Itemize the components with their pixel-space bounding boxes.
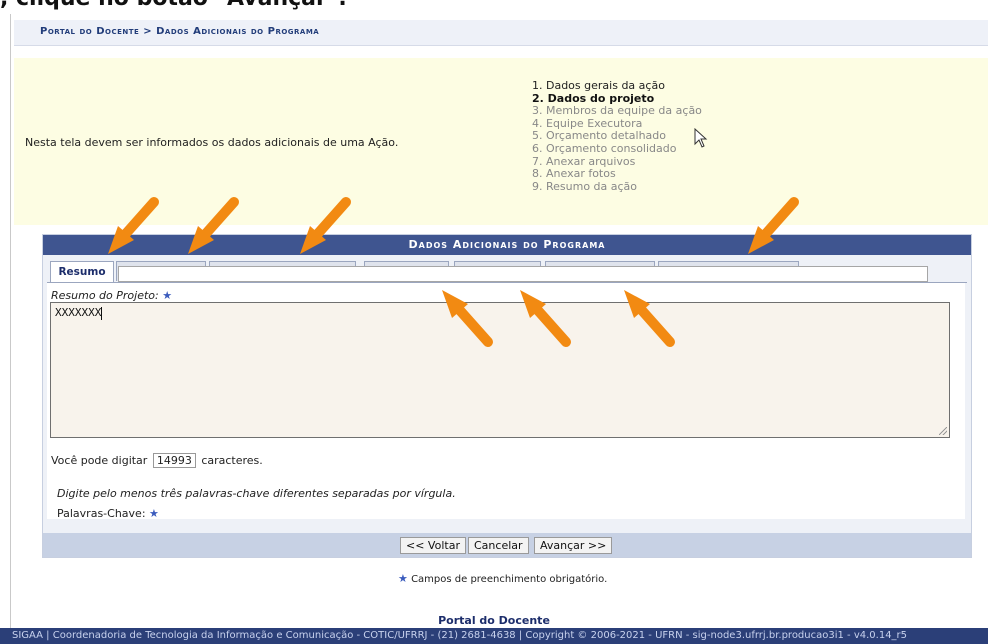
keywords-hint: Digite pelo menos três palavras-chave di… <box>57 487 456 500</box>
next-button[interactable]: Avançar >> <box>534 537 613 554</box>
resumo-textarea[interactable]: XXXXXXX <box>50 302 950 438</box>
cancel-button[interactable]: Cancelar <box>468 537 529 554</box>
breadcrumb: Portal do Docente > Dados Adicionais do … <box>14 20 988 46</box>
counter-prefix: Você pode digitar <box>51 454 148 467</box>
keywords-label: Palavras-Chave: ★ <box>57 507 159 520</box>
wizard-steps: 1. Dados gerais da ação 2. Dados do proj… <box>532 79 702 193</box>
video-caption: , clique no botão "Avançar". <box>0 0 347 14</box>
required-star-icon: ★ <box>149 507 159 520</box>
required-note-text: Campos de preenchimento obrigatório. <box>411 574 608 585</box>
required-note: ★ Campos de preenchimento obrigatório. <box>398 572 607 585</box>
step-1: 1. Dados gerais da ação <box>532 79 665 92</box>
text-caret <box>101 306 103 320</box>
footer-bar: SIGAA | Coordenadoria de Tecnologia da I… <box>0 628 988 644</box>
counter-value: 14993 <box>152 453 196 468</box>
keywords-input[interactable] <box>118 266 928 282</box>
action-bar: << Voltar Cancelar Avançar >> <box>43 533 971 557</box>
info-panel: Nesta tela devem ser informados os dados… <box>14 58 988 225</box>
tab-panel-resumo: Resumo do Projeto: ★ XXXXXXX Você pode d… <box>47 283 965 520</box>
form-panel: Dados Adicionais do Programa Resumo Just… <box>42 234 972 558</box>
tab-resumo[interactable]: Resumo <box>50 261 114 283</box>
step-8: 8. Anexar fotos <box>532 167 616 181</box>
info-text: Nesta tela devem ser informados os dados… <box>25 136 399 149</box>
form-title: Dados Adicionais do Programa <box>43 235 971 255</box>
required-star-icon: ★ <box>398 572 408 585</box>
resize-grip-icon[interactable] <box>939 427 947 435</box>
mouse-pointer-icon <box>694 128 708 148</box>
breadcrumb-text: Portal do Docente > Dados Adicionais do … <box>40 26 320 37</box>
keywords-label-text: Palavras-Chave: <box>57 507 146 520</box>
back-button[interactable]: << Voltar <box>400 537 466 554</box>
char-counter: Você pode digitar 14993 caracteres. <box>51 453 263 468</box>
step-3: 3. Membros da equipe da ação <box>532 104 702 118</box>
resumo-label: Resumo do Projeto: ★ <box>51 289 172 302</box>
counter-suffix: caracteres. <box>201 454 263 467</box>
footer-title: Portal do Docente <box>438 614 550 627</box>
step-9: 9. Resumo da ação <box>532 179 638 193</box>
resumo-label-text: Resumo do Projeto: <box>51 289 159 302</box>
resumo-text: XXXXXXX <box>55 306 102 319</box>
required-star-icon: ★ <box>162 289 173 302</box>
frame-border <box>10 14 11 644</box>
step-6: 6. Orçamento consolidado <box>532 141 677 155</box>
